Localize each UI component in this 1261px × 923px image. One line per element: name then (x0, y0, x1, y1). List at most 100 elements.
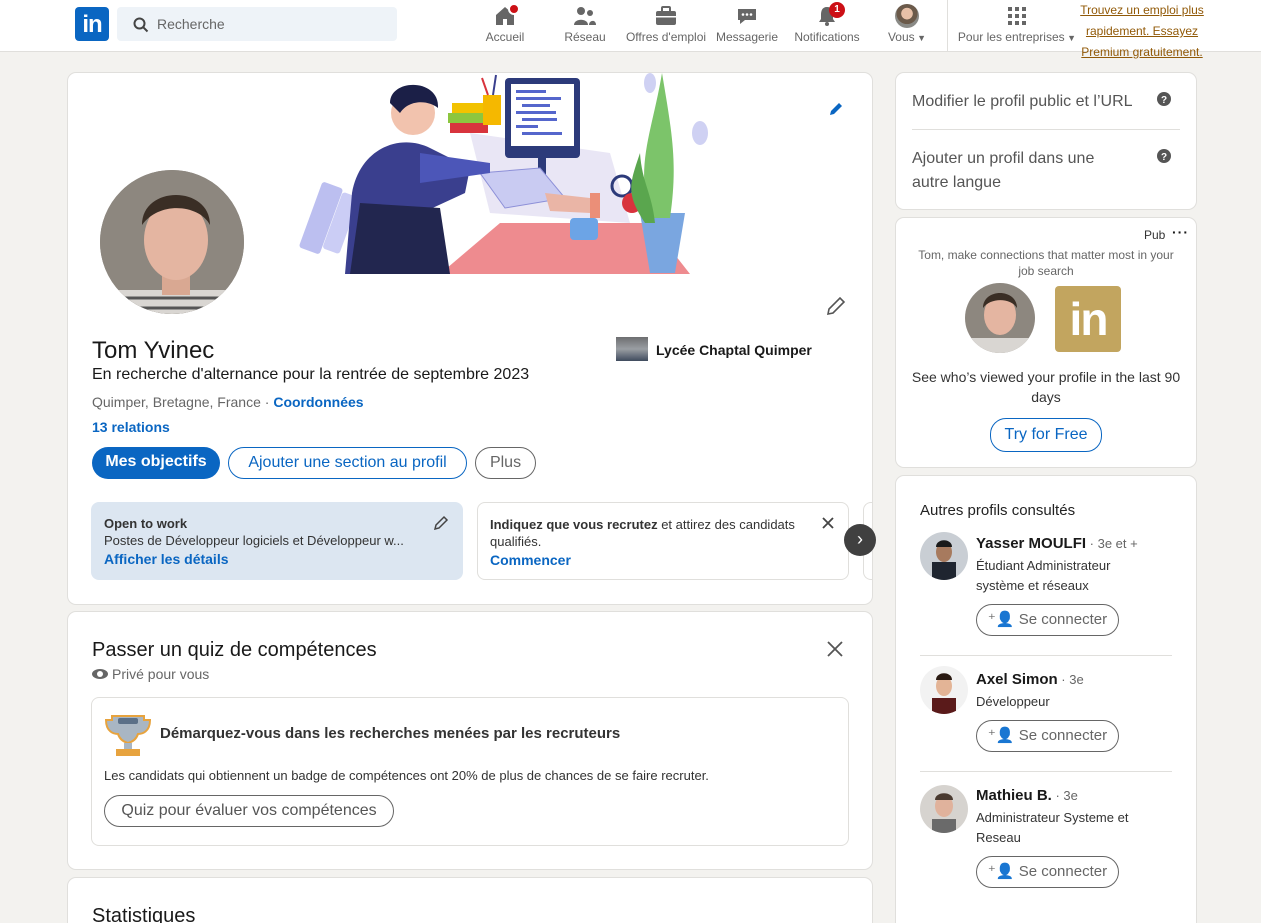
person-title-line1: Étudiant Administrateur (976, 558, 1111, 573)
svg-text:?: ? (1161, 152, 1167, 163)
person-degree: · 3e (1057, 672, 1084, 687)
school-logo (616, 337, 648, 361)
svg-text:?: ? (1161, 95, 1167, 106)
school-name[interactable]: Lycée Chaptal Quimper (656, 342, 812, 358)
stats-card: Statistiques (68, 878, 872, 923)
nav-network[interactable]: Réseau (560, 0, 610, 52)
avatar[interactable] (920, 666, 968, 714)
nav-me[interactable]: Vous ▼ (880, 0, 934, 52)
grid-icon (1008, 7, 1026, 25)
connect-button[interactable]: ⁺👤 Se connecter (976, 856, 1119, 888)
premium-upsell-link[interactable]: Trouvez un emploi plus rapidement. Essay… (1076, 0, 1208, 63)
try-free-button[interactable]: Try for Free (990, 418, 1102, 452)
linkedin-logo-icon[interactable]: in (75, 7, 109, 41)
caret-down-icon: ▼ (1064, 33, 1077, 43)
other-language-line1[interactable]: Ajouter un profil dans une (912, 150, 1094, 168)
profile-photo-portrait (100, 170, 244, 314)
other-language-line2[interactable]: autre langue (912, 174, 1001, 192)
objectives-button[interactable]: Mes objectifs (92, 447, 220, 479)
profile-settings-card: Modifier le profil public et l’URL ? Ajo… (896, 73, 1196, 209)
avatar (895, 4, 919, 28)
stats-title: Statistiques (92, 905, 196, 923)
add-section-button[interactable]: Ajouter une section au profil (228, 447, 467, 479)
hiring-bold: Indiquez que vous recrutez (490, 517, 658, 532)
profile-name: Tom Yvinec (92, 337, 215, 364)
search-icon (133, 17, 149, 33)
public-profile-link[interactable]: Modifier le profil public et l’URL (912, 93, 1133, 111)
notification-count-badge: 1 (829, 2, 845, 18)
connect-label: Se connecter (1018, 727, 1108, 744)
edit-intro-pencil-icon[interactable] (826, 296, 846, 316)
add-person-icon: ⁺👤 (987, 863, 1015, 880)
take-quiz-button[interactable]: Quiz pour évaluer vos compétences (104, 795, 394, 827)
connect-label: Se connecter (1018, 863, 1108, 880)
person-title-line1: Administrateur Systeme et (976, 810, 1129, 825)
open-to-work-desc: Postes de Développeur logiciels et Dével… (104, 533, 404, 548)
connect-label: Se connecter (1018, 611, 1108, 628)
hiring-text: Indiquez que vous recrutez et attirez de… (490, 517, 795, 532)
close-icon[interactable] (826, 640, 844, 658)
location-line: Quimper, Bretagne, France · Coordonnées (92, 394, 364, 410)
skills-quiz-card: Passer un quiz de compétences Privé pour… (68, 612, 872, 869)
carousel-next-button[interactable]: › (844, 524, 876, 556)
chevron-right-icon: › (857, 529, 863, 549)
hiring-rest: et attirez des candidats (657, 517, 795, 532)
person-degree: · 3e et + (1086, 536, 1138, 551)
divider (920, 655, 1172, 656)
open-to-work-details-link[interactable]: Afficher les détails (104, 551, 229, 567)
add-person-icon: ⁺👤 (987, 727, 1015, 744)
global-nav: in Accueil Réseau Offres d'emploi Messag… (0, 0, 1261, 59)
person-name[interactable]: Axel Simon (976, 671, 1058, 688)
briefcase-icon (656, 6, 676, 25)
close-icon[interactable] (821, 516, 835, 530)
edit-open-to-work-pencil-icon[interactable] (434, 515, 449, 530)
quiz-desc: Les candidats qui obtiennent un badge de… (104, 768, 709, 783)
help-icon[interactable]: ? (1157, 92, 1171, 106)
person-degree: · 3e (1051, 788, 1078, 803)
help-icon[interactable]: ? (1157, 149, 1171, 163)
ad-card: Pub ··· Tom, make connections that matte… (896, 218, 1196, 467)
person-title-line1: Développeur (976, 694, 1050, 709)
ad-intro: Tom, make connections that matter most i… (918, 248, 1174, 278)
search-box[interactable] (117, 7, 397, 41)
nav-home-label: Accueil (485, 30, 525, 44)
privacy-line: Privé pour vous (92, 666, 209, 682)
open-to-work-title: Open to work (104, 516, 188, 531)
nav-business[interactable]: Pour les entreprises ▼ (957, 0, 1077, 52)
search-input[interactable] (157, 7, 392, 41)
profile-photo[interactable] (96, 166, 248, 318)
hiring-line2: qualifiés. (490, 534, 542, 549)
connect-button[interactable]: ⁺👤 Se connecter (976, 604, 1119, 636)
person-name[interactable]: Yasser MOULFI (976, 535, 1086, 552)
nav-messaging[interactable]: Messagerie (712, 0, 782, 52)
nav-me-label: Vous (887, 30, 915, 44)
more-options-icon[interactable]: ··· (1172, 224, 1189, 240)
avatar[interactable] (920, 785, 968, 833)
person-name[interactable]: Mathieu B. (976, 787, 1052, 804)
hiring-start-link[interactable]: Commencer (490, 552, 571, 568)
messaging-icon (738, 9, 756, 24)
quiz-title: Passer un quiz de compétences (92, 639, 377, 661)
connections-link[interactable]: 13 relations (92, 419, 170, 435)
edit-banner-pencil-icon[interactable] (828, 101, 844, 117)
profile-card: Tom Yvinec En recherche d'alternance pou… (68, 73, 876, 604)
person-title-line2: système et réseaux (976, 578, 1089, 593)
person-title-line2: Reseau (976, 830, 1021, 845)
nav-divider (947, 0, 948, 52)
connect-button[interactable]: ⁺👤 Se connecter (976, 720, 1119, 752)
trophy-icon (104, 715, 152, 756)
nav-notifications-label: Notifications (794, 30, 860, 44)
quiz-inner-box: Démarquez-vous dans les recherches menée… (91, 697, 849, 846)
nav-notifications[interactable]: 1 Notifications (790, 0, 864, 52)
open-to-work-card[interactable]: Open to work Postes de Développeur logic… (91, 502, 463, 580)
more-button[interactable]: Plus (475, 447, 536, 479)
nav-home[interactable]: Accueil (480, 0, 530, 52)
nav-network-label: Réseau (564, 30, 606, 44)
nav-business-label: Pour les entreprises (957, 30, 1065, 44)
avatar[interactable] (920, 532, 968, 580)
contact-info-link[interactable]: Coordonnées (273, 394, 363, 410)
person-name-line: Yasser MOULFI · 3e et + (976, 535, 1138, 552)
nav-messaging-label: Messagerie (715, 30, 779, 44)
nav-jobs[interactable]: Offres d'emploi (622, 0, 710, 52)
quiz-heading: Démarquez-vous dans les recherches menée… (160, 725, 621, 742)
